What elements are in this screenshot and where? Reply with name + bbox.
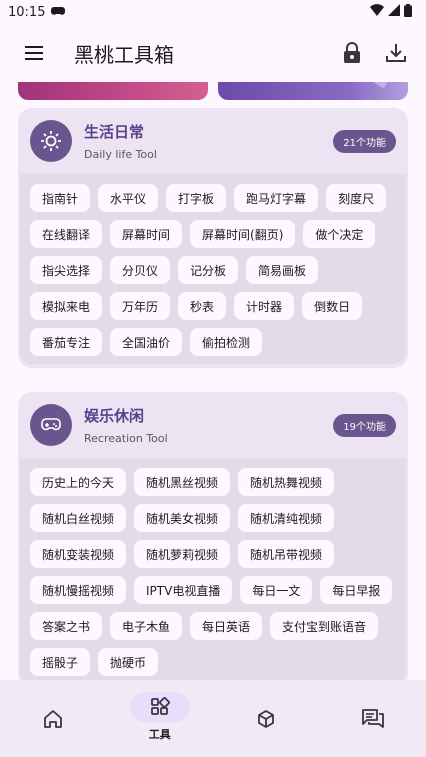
status-right — [370, 3, 412, 21]
cube-icon — [236, 704, 296, 734]
tool-chip[interactable]: 历史上的今天 — [30, 468, 127, 496]
tool-chip[interactable]: 指尖选择 — [30, 256, 103, 284]
tool-chip[interactable]: 随机清纯视频 — [238, 504, 335, 532]
home-icon — [23, 704, 83, 734]
chat-icon — [343, 704, 403, 734]
tool-chip[interactable]: IPTV电视直播 — [134, 576, 233, 604]
banner-right[interactable] — [218, 82, 408, 100]
content-scroll[interactable]: 生活日常 Daily life Tool 21个功能 指南针 水平仪 打字板 跑… — [0, 82, 426, 680]
tool-chip[interactable]: 每日早报 — [320, 576, 393, 604]
count-badge: 21个功能 — [333, 129, 396, 153]
tool-chip[interactable]: 抛硬币 — [98, 648, 159, 676]
tool-chip[interactable]: 倒数日 — [302, 292, 363, 320]
tool-chip-list: 指南针 水平仪 打字板 跑马灯字幕 刻度尺 在线翻译 屏幕时间 屏幕时间(翻页)… — [20, 174, 406, 364]
nav-label: 工具 — [148, 728, 171, 741]
tool-chip[interactable]: 电子木鱼 — [110, 612, 183, 640]
category-title: 生活日常 — [84, 123, 145, 141]
tool-chip[interactable]: 随机吊带视频 — [238, 540, 335, 568]
category-title: 娱乐休闲 — [84, 407, 145, 425]
tool-chip[interactable]: 番茄专注 — [30, 328, 103, 356]
tool-chip[interactable]: 每日一文 — [240, 576, 313, 604]
banner-left[interactable] — [18, 82, 208, 100]
category-subtitle: Daily life Tool — [84, 148, 157, 161]
tool-chip[interactable]: 计时器 — [234, 292, 295, 320]
tool-chip[interactable]: 记分板 — [178, 256, 239, 284]
tool-chip[interactable]: 随机变装视频 — [30, 540, 127, 568]
nav-item-tools[interactable]: 工具 — [120, 692, 200, 742]
tool-chip[interactable]: 刻度尺 — [326, 184, 387, 212]
tool-chip[interactable]: 屏幕时间 — [110, 220, 183, 248]
download-icon[interactable] — [378, 35, 414, 71]
tool-chip[interactable]: 全国油价 — [110, 328, 183, 356]
app-title: 黑桃工具箱 — [74, 42, 174, 67]
category-subtitle: Recreation Tool — [84, 432, 168, 445]
status-bar: 10:15 — [0, 0, 426, 24]
tool-chip[interactable]: 随机慢摇视频 — [30, 576, 127, 604]
tool-chip[interactable]: 水平仪 — [98, 184, 159, 212]
app-bar: 黑桃工具箱 — [0, 24, 426, 82]
nav-item-chat[interactable] — [333, 692, 413, 734]
tool-chip[interactable]: 随机热舞视频 — [238, 468, 335, 496]
tool-chip[interactable]: 支付宝到账语音 — [270, 612, 379, 640]
tool-chip[interactable]: 摇骰子 — [30, 648, 91, 676]
category-card-daily-life: 生活日常 Daily life Tool 21个功能 指南针 水平仪 打字板 跑… — [18, 108, 408, 368]
tool-chip[interactable]: 随机白丝视频 — [30, 504, 127, 532]
gamepad-icon — [30, 404, 72, 446]
tool-chip[interactable]: 每日英语 — [190, 612, 263, 640]
battery-icon — [404, 3, 412, 21]
tool-chip[interactable]: 做个决定 — [303, 220, 376, 248]
tools-grid-icon — [129, 692, 190, 722]
nav-item-cube[interactable] — [226, 692, 306, 734]
tool-chip[interactable]: 分贝仪 — [110, 256, 171, 284]
tool-chip[interactable]: 答案之书 — [30, 612, 103, 640]
category-header[interactable]: 生活日常 Daily life Tool 21个功能 — [18, 108, 408, 174]
lock-icon[interactable] — [334, 35, 370, 71]
tool-chip[interactable]: 跑马灯字幕 — [234, 184, 319, 212]
tool-chip[interactable]: 秒表 — [178, 292, 227, 320]
tool-chip[interactable]: 随机黑丝视频 — [134, 468, 231, 496]
signal-icon — [388, 4, 400, 20]
nav-item-home[interactable] — [13, 692, 93, 734]
menu-icon[interactable] — [16, 35, 52, 71]
tool-chip-list: 历史上的今天 随机黑丝视频 随机热舞视频 随机白丝视频 随机美女视频 随机清纯视… — [20, 458, 406, 680]
tool-chip[interactable]: 随机萝莉视频 — [134, 540, 231, 568]
status-time: 10:15 — [8, 4, 46, 20]
game-controller-status-icon — [51, 5, 66, 20]
status-left: 10:15 — [8, 4, 66, 20]
banner-row — [18, 82, 408, 100]
tool-chip[interactable]: 随机美女视频 — [134, 504, 231, 532]
count-badge: 19个功能 — [333, 413, 396, 437]
tool-chip[interactable]: 屏幕时间(翻页) — [190, 220, 296, 248]
sun-icon — [30, 120, 72, 162]
wifi-icon — [370, 4, 384, 20]
category-header[interactable]: 娱乐休闲 Recreation Tool 19个功能 — [18, 392, 408, 458]
tool-chip[interactable]: 指南针 — [30, 184, 91, 212]
tool-chip[interactable]: 在线翻译 — [30, 220, 103, 248]
tool-chip[interactable]: 打字板 — [166, 184, 227, 212]
category-card-recreation: 娱乐休闲 Recreation Tool 19个功能 历史上的今天 随机黑丝视频… — [18, 392, 408, 680]
tool-chip[interactable]: 万年历 — [110, 292, 171, 320]
tool-chip[interactable]: 偷拍检测 — [190, 328, 263, 356]
bottom-nav: 工具 — [0, 680, 426, 757]
tool-chip[interactable]: 模拟来电 — [30, 292, 103, 320]
tool-chip[interactable]: 简易画板 — [246, 256, 319, 284]
